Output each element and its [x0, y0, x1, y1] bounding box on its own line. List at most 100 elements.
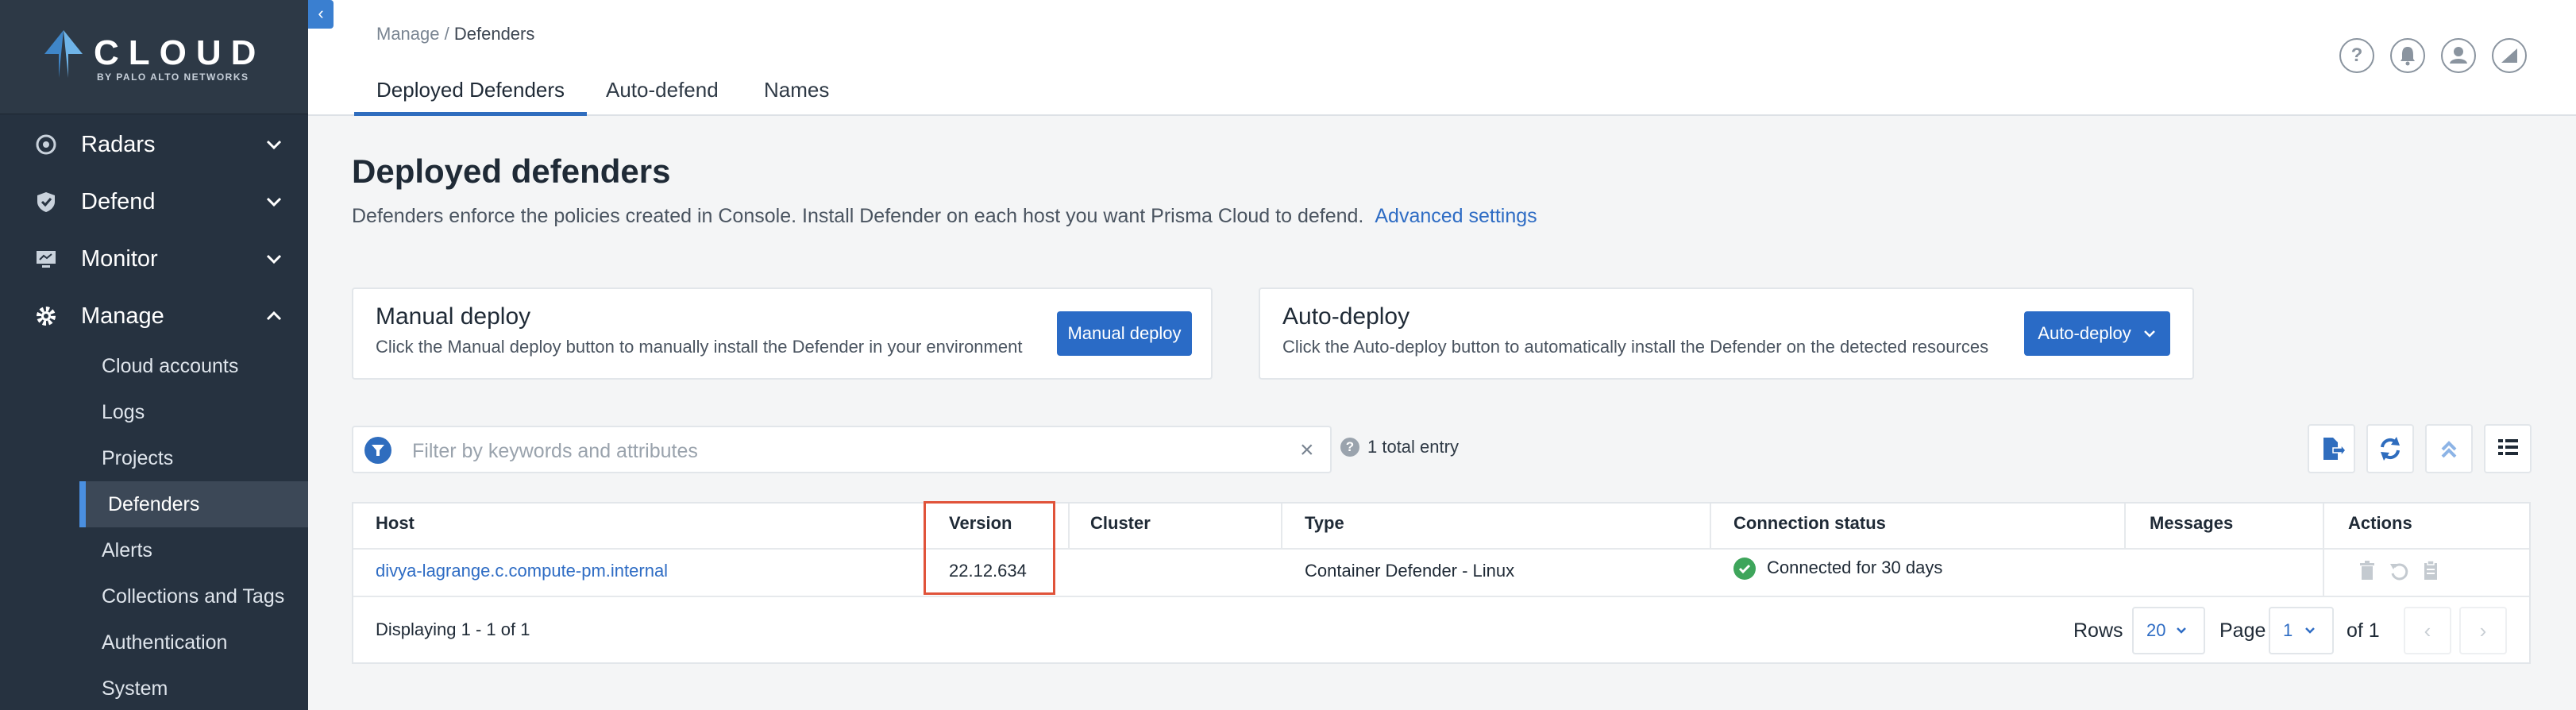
chevron-down-icon [266, 140, 282, 150]
column-header-cluster[interactable]: Cluster [1090, 513, 1151, 534]
sidebar-item-defend[interactable]: Defend [0, 173, 308, 230]
manual-deploy-button[interactable]: Manual deploy [1057, 311, 1192, 356]
auto-deploy-button[interactable]: Auto-deploy [2024, 311, 2170, 356]
sidebar-item-monitor[interactable]: Monitor [0, 230, 308, 287]
restart-icon[interactable] [2388, 559, 2410, 581]
user-icon[interactable] [2441, 38, 2476, 73]
host-link[interactable]: divya-lagrange.c.compute-pm.internal [376, 561, 668, 581]
double-chevron-up-icon [2441, 441, 2457, 458]
sidebar-item-label: Defend [81, 188, 156, 214]
card-title: Auto-deploy [1282, 303, 1410, 330]
chevron-up-icon [266, 311, 282, 321]
help-icon[interactable]: ? [1340, 438, 1359, 457]
clipboard-icon[interactable] [2420, 559, 2442, 581]
displaying-count: Displaying 1 - 1 of 1 [376, 619, 530, 639]
refresh-button[interactable] [2366, 424, 2414, 473]
radar-icon [36, 134, 56, 155]
auto-deploy-card: Auto-deploy Click the Auto-deploy button… [1259, 287, 2194, 380]
next-page-button[interactable]: › [2459, 607, 2507, 654]
rows-per-page-select[interactable]: 20 [2132, 607, 2205, 654]
page-title: Deployed defenders [352, 152, 671, 190]
card-title: Manual deploy [376, 303, 531, 330]
sidebar-item-label: Monitor [81, 245, 158, 272]
breadcrumb-separator: / [439, 24, 454, 44]
chevron-right-icon: › [2479, 619, 2487, 642]
column-header-type[interactable]: Type [1305, 513, 1344, 534]
column-header-actions: Actions [2348, 513, 2412, 533]
column-header-messages[interactable]: Messages [2150, 513, 2233, 534]
defenders-table: Host Version Cluster Type Connection sta… [352, 502, 2531, 664]
card-text: Click the Auto-deploy button to automati… [1282, 337, 1989, 357]
chart-icon[interactable] [2492, 38, 2527, 73]
breadcrumb-current: Defenders [453, 24, 535, 44]
column-header-host[interactable]: Host [376, 513, 415, 534]
manual-deploy-card: Manual deploy Click the Manual deploy bu… [352, 287, 1213, 380]
columns-button[interactable] [2484, 424, 2532, 473]
chevron-down-icon [266, 254, 282, 264]
tab-auto-defend[interactable]: Auto-defend [606, 78, 719, 116]
column-divider [1281, 504, 1282, 550]
chevron-down-icon [2143, 330, 2155, 338]
description-text: Defenders enforce the policies created i… [352, 205, 1364, 227]
check-circle-icon [1733, 558, 1756, 581]
clear-filter-icon[interactable]: × [1300, 437, 1314, 464]
page-select[interactable]: 1 [2269, 607, 2334, 654]
export-button[interactable] [2308, 424, 2355, 473]
tab-names[interactable]: Names [764, 78, 829, 116]
chevron-down-icon [266, 197, 282, 207]
logo-icon [44, 30, 83, 78]
bell-icon[interactable] [2390, 38, 2425, 73]
sidebar-item-projects[interactable]: Projects [79, 435, 308, 481]
gear-icon [37, 307, 56, 326]
sidebar-item-manage[interactable]: Manage [0, 287, 308, 345]
shield-icon [37, 192, 55, 212]
sidebar-item-label: Radars [81, 131, 156, 157]
column-divider [1068, 504, 1070, 550]
export-icon [2323, 438, 2347, 460]
filter-icon[interactable] [364, 437, 391, 464]
breadcrumb: Manage / Defenders [376, 24, 534, 44]
version-highlight-box [924, 501, 1055, 595]
filter-input[interactable]: Filter by keywords and attributes [412, 440, 698, 463]
chevron-down-icon [2177, 627, 2187, 634]
column-divider [2124, 504, 2126, 550]
entry-count: ? 1 total entry [1340, 437, 1459, 457]
tab-deployed-defenders[interactable]: Deployed Defenders [354, 78, 588, 116]
help-icon[interactable]: ? [2339, 38, 2374, 73]
connection-status-text: Connected for 30 days [1767, 558, 1943, 577]
breadcrumb-parent[interactable]: Manage [376, 24, 440, 44]
rows-label: Rows [2073, 619, 2123, 642]
sidebar-item-label: Manage [81, 303, 164, 329]
refresh-icon [2381, 437, 2400, 461]
chevron-left-icon: ‹ [318, 3, 324, 23]
advanced-settings-link[interactable]: Advanced settings [1375, 205, 1537, 227]
card-text: Click the Manual deploy button to manual… [376, 337, 1023, 357]
chevron-left-icon: ‹ [2424, 619, 2431, 642]
sidebar-item-logs[interactable]: Logs [79, 389, 308, 435]
filter-bar[interactable]: Filter by keywords and attributes × [352, 426, 1332, 473]
page-total: of 1 [2347, 619, 2380, 642]
header: Manage / Defenders Deployed Defenders Au… [308, 0, 2576, 116]
sidebar: CLOUD BY PALO ALTO NETWORKS Radars Defen… [0, 0, 308, 710]
columns-icon [2498, 439, 2518, 455]
monitor-icon [37, 251, 56, 268]
sidebar-item-radars[interactable]: Radars [0, 116, 308, 173]
connection-status-cell: Connected for 30 days [1733, 558, 1943, 581]
sidebar-item-alerts[interactable]: Alerts [79, 527, 308, 573]
collapse-sidebar-button[interactable]: ‹ [308, 0, 334, 29]
logo-text: CLOUD [94, 33, 266, 72]
page-description: Defenders enforce the policies created i… [352, 205, 1537, 228]
sidebar-item-system[interactable]: System [79, 666, 308, 710]
sidebar-item-collections-and-tags[interactable]: Collections and Tags [79, 573, 308, 619]
auto-deploy-label: Auto-deploy [2038, 323, 2131, 343]
sidebar-item-authentication[interactable]: Authentication [79, 619, 308, 666]
column-header-connection-status[interactable]: Connection status [1733, 513, 1886, 534]
collapse-all-button[interactable] [2425, 424, 2473, 473]
type-cell: Container Defender - Linux [1305, 561, 1515, 581]
sidebar-item-cloud-accounts[interactable]: Cloud accounts [79, 343, 308, 389]
logo-subtext: BY PALO ALTO NETWORKS [97, 71, 249, 83]
delete-icon[interactable] [2356, 559, 2378, 581]
logo[interactable]: CLOUD BY PALO ALTO NETWORKS [0, 0, 308, 114]
previous-page-button[interactable]: ‹ [2404, 607, 2451, 654]
sidebar-item-defenders[interactable]: Defenders [79, 481, 308, 527]
